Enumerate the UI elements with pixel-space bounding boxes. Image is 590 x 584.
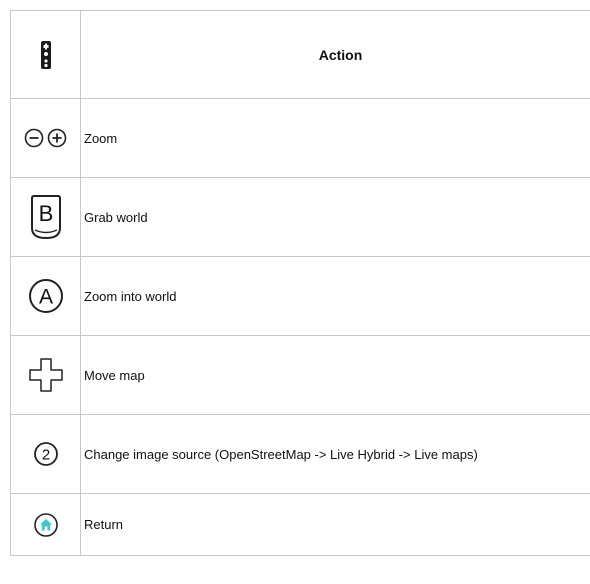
table-row: Return [10,493,590,556]
action-label: Grab world [80,177,590,257]
svg-text:2: 2 [41,447,49,464]
svg-text:B: B [38,201,53,226]
wiimote-icon [40,40,51,69]
row-icon-cell: B [10,177,81,257]
dpad-icon [28,358,63,392]
action-column-header: Action [80,10,590,99]
table-row: 2 Change image source (OpenStreetMap -> … [10,414,590,494]
row-icon-cell [10,493,81,556]
row-icon-cell [10,335,81,415]
svg-text:A: A [38,286,52,309]
table-row: Zoom [10,98,590,178]
table-header-row: Action [10,10,590,99]
table-row: Move map [10,335,590,415]
a-button-icon: A [28,279,63,313]
page: { "table": { "header": { "action_label":… [0,0,590,584]
controls-table: Action Zoom B Grab world A Zoom into wor… [10,10,590,556]
table-row: A Zoom into world [10,256,590,336]
action-label: Zoom into world [80,256,590,336]
b-button-icon: B [30,195,61,240]
action-label: Move map [80,335,590,415]
row-icon-cell [10,98,81,178]
action-label: Zoom [80,98,590,178]
zoom-minus-plus-icon [24,128,66,148]
row-icon-cell: 2 [10,414,81,494]
row-icon-cell: A [10,256,81,336]
home-button-icon [33,512,58,537]
header-icon-cell [10,10,81,99]
table-row: B Grab world [10,177,590,257]
action-label: Return [80,493,590,556]
action-label: Change image source (OpenStreetMap -> Li… [80,414,590,494]
button-2-icon: 2 [33,442,58,466]
